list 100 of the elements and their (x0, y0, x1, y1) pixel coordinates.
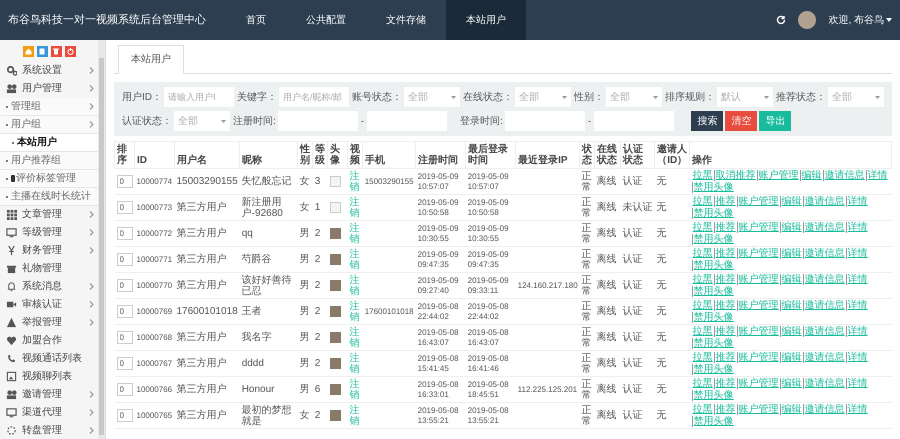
video-link[interactable]: 注销 (350, 404, 361, 426)
action-link[interactable]: 账户管理 (736, 222, 780, 233)
action-link[interactable]: 拉黑 (692, 222, 714, 233)
sort-input[interactable]: 0 (116, 409, 132, 422)
action-link[interactable]: 编辑 (780, 326, 803, 337)
select-field[interactable]: 全部 (515, 87, 571, 107)
action-link[interactable]: 推荐 (714, 378, 737, 389)
action-link[interactable]: 编辑 (780, 248, 803, 259)
action-link[interactable]: 推荐 (714, 352, 737, 363)
select-field[interactable]: 默认 (717, 87, 773, 107)
sidebar-item[interactable]: 邀请管理 (0, 386, 98, 404)
sort-input[interactable]: 0 (116, 175, 132, 188)
action-link[interactable]: 拉黑 (692, 300, 714, 311)
action-link[interactable]: 邀请信息 (802, 326, 846, 337)
action-link[interactable]: 账户管理 (736, 300, 780, 311)
action-link[interactable]: 详情 (846, 222, 869, 233)
nav-tab[interactable]: 公共配置 (286, 0, 366, 40)
sidebar-item[interactable]: 本站用户 (0, 134, 98, 152)
action-link[interactable]: 禁用头像 (692, 260, 735, 271)
document-button[interactable] (36, 46, 48, 56)
action-link[interactable]: 禁用头像 (692, 312, 735, 323)
sidebar-item[interactable]: 礼物管理 (0, 260, 98, 278)
action-link[interactable]: 邀请信息 (802, 300, 846, 311)
action-link[interactable]: 账户管理 (736, 248, 780, 259)
sidebar-item[interactable]: 用户推荐组 (0, 152, 98, 170)
action-link[interactable]: 推荐 (714, 274, 737, 285)
sidebar-item[interactable]: 用户管理 (0, 80, 98, 98)
action-link[interactable]: 禁用头像 (692, 364, 735, 375)
action-link[interactable]: 推荐 (714, 300, 737, 311)
action-link[interactable]: 编辑 (780, 196, 803, 207)
video-link[interactable]: 注销 (350, 170, 361, 192)
action-link[interactable]: 禁用头像 (692, 416, 735, 427)
sidebar-item[interactable]: 等级管理 (0, 224, 98, 242)
sidebar-item[interactable]: 系统设置 (0, 62, 98, 80)
filter-button[interactable]: 清空 (725, 111, 758, 131)
action-link[interactable]: 编辑 (780, 300, 803, 311)
action-link[interactable]: 详情 (866, 170, 889, 181)
sidebar-item[interactable]: 用户组 (0, 116, 98, 134)
sidebar-item[interactable]: 视频聊列表 (0, 368, 98, 386)
nav-tab[interactable]: 文件存储 (366, 0, 446, 40)
action-link[interactable]: 邀请信息 (802, 274, 846, 285)
action-link[interactable]: 账户管理 (756, 170, 800, 181)
action-link[interactable]: 详情 (846, 378, 869, 389)
action-link[interactable]: 禁用头像 (692, 338, 735, 349)
action-link[interactable]: 编辑 (780, 404, 803, 415)
scrollbar[interactable] (98, 40, 105, 439)
sidebar-item[interactable]: 系统消息 (0, 278, 98, 296)
sidebar-item[interactable]: 举报管理 (0, 314, 98, 332)
sort-input[interactable]: 0 (116, 279, 132, 292)
video-link[interactable]: 注销 (350, 274, 361, 296)
action-link[interactable]: 推荐 (714, 196, 737, 207)
video-link[interactable]: 注销 (350, 378, 361, 400)
sidebar-item[interactable]: 渠道代理 (0, 404, 98, 422)
action-link[interactable]: 详情 (846, 352, 869, 363)
sidebar-item[interactable]: 文章管理 (0, 206, 98, 224)
action-link[interactable]: 详情 (846, 326, 869, 337)
action-link[interactable]: 详情 (846, 196, 869, 207)
content-tab[interactable]: 本站用户 (118, 45, 184, 74)
action-link[interactable]: 账户管理 (736, 378, 780, 389)
action-link[interactable]: 详情 (846, 300, 869, 311)
action-link[interactable]: 拉黑 (692, 378, 714, 389)
sort-input[interactable]: 0 (116, 383, 132, 396)
action-link[interactable]: 取消推荐 (714, 170, 757, 181)
action-link[interactable]: 编辑 (780, 378, 803, 389)
sidebar-item[interactable]: 审核认证 (0, 296, 98, 314)
filter-button[interactable]: 导出 (759, 111, 792, 131)
sidebar-item[interactable]: 视频通话列表 (0, 350, 98, 368)
sidebar-item[interactable]: 主播在线时长统计 (0, 188, 98, 206)
action-link[interactable]: 账户管理 (736, 404, 780, 415)
action-link[interactable]: 邀请信息 (802, 248, 846, 259)
select-field[interactable]: 全部 (606, 87, 662, 107)
sort-input[interactable]: 0 (116, 331, 132, 344)
action-link[interactable]: 禁用头像 (692, 208, 735, 219)
action-link[interactable]: 禁用头像 (692, 182, 735, 193)
action-link[interactable]: 禁用头像 (692, 234, 735, 245)
action-link[interactable]: 邀请信息 (802, 196, 846, 207)
avatar[interactable] (798, 11, 816, 29)
sort-input[interactable]: 0 (116, 253, 132, 266)
text-input[interactable]: 用户名/昵称/邮 (279, 87, 349, 107)
action-link[interactable]: 编辑 (800, 170, 823, 181)
action-link[interactable]: 拉黑 (692, 404, 714, 415)
action-link[interactable]: 推荐 (714, 326, 737, 337)
sidebar-item[interactable]: 财务管理 (0, 242, 98, 260)
action-link[interactable]: 拉黑 (692, 274, 714, 285)
action-link[interactable]: 推荐 (714, 404, 737, 415)
action-link[interactable]: 拉黑 (692, 248, 714, 259)
action-link[interactable]: 邀请信息 (802, 404, 846, 415)
sidebar-item[interactable]: 管理组 (0, 98, 98, 116)
video-link[interactable]: 注销 (350, 196, 361, 218)
action-link[interactable]: 账户管理 (736, 196, 780, 207)
action-link[interactable]: 拉黑 (692, 196, 714, 207)
video-link[interactable]: 注销 (350, 300, 361, 322)
sort-input[interactable]: 0 (116, 227, 132, 240)
action-link[interactable]: 编辑 (780, 352, 803, 363)
sidebar-item[interactable]: 加盟合作 (0, 332, 98, 350)
action-link[interactable]: 推荐 (714, 248, 737, 259)
action-link[interactable]: 编辑 (780, 222, 803, 233)
action-link[interactable]: 拉黑 (692, 326, 714, 337)
refresh-icon[interactable] (776, 15, 786, 25)
action-link[interactable]: 邀请信息 (802, 222, 846, 233)
